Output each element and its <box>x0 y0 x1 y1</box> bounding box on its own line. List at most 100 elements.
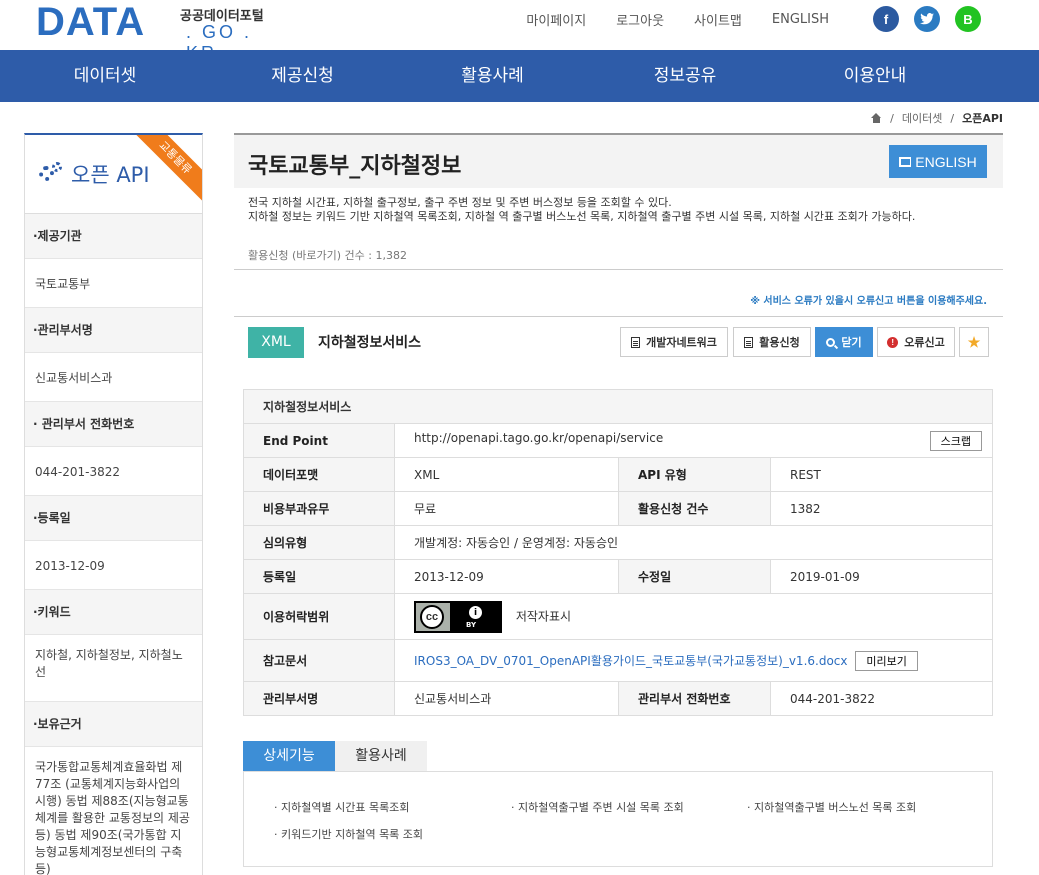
sidebar-title-text: 오픈 API <box>71 163 150 187</box>
sidebar-label-regdate: ·등록일 <box>25 496 202 541</box>
sidebar: 오픈 API 교통물류 ·제공기관 국토교통부 ·관리부서명 신교통서비스과 ·… <box>24 133 203 875</box>
format-label: 데이터포맷 <box>243 457 395 492</box>
detail-tabs: 상세기능 활용사례 <box>243 741 427 771</box>
nav-dataset[interactable]: 데이터셋 <box>0 50 210 102</box>
mypage-link[interactable]: 마이페이지 <box>526 10 586 29</box>
endpoint-cell: http://openapi.tago.go.kr/openapi/servic… <box>394 423 993 458</box>
apply-button[interactable]: 활용신청 <box>733 327 811 357</box>
nav-request[interactable]: 제공신청 <box>210 50 395 102</box>
function-item[interactable]: · 지하철역별 시간표 목록조회 <box>274 799 409 815</box>
search-icon <box>826 337 836 347</box>
english-button[interactable]: ENGLISH <box>889 145 987 178</box>
reg-date-value: 2013-12-09 <box>394 559 619 594</box>
close-button[interactable]: 닫기 <box>815 327 873 357</box>
function-item[interactable]: · 키워드기반 지하철역 목록 조회 <box>274 826 423 842</box>
dept-value: 신교통서비스과 <box>394 681 619 716</box>
sidebar-value-provider: 국토교통부 <box>25 259 202 308</box>
breadcrumb-separator: / <box>950 111 955 125</box>
dev-network-button-label: 개발자네트워크 <box>646 337 717 349</box>
tab-detail-functions[interactable]: 상세기능 <box>243 741 335 771</box>
api-info-table: 지하철정보서비스 End Point http://openapi.tago.g… <box>243 389 993 716</box>
table-header: 지하철정보서비스 <box>243 389 993 424</box>
english-button-label: ENGLISH <box>915 153 977 170</box>
service-name: 지하철정보서비스 <box>318 335 422 351</box>
sidebar-title: 오픈 API 교통물류 <box>25 135 202 214</box>
document-icon <box>744 336 754 348</box>
nav-info-share[interactable]: 정보공유 <box>590 50 780 102</box>
sidebar-label-provider: ·제공기관 <box>25 214 202 259</box>
sidebar-value-phone: 044-201-3822 <box>25 447 202 496</box>
endpoint-value: http://openapi.tago.go.kr/openapi/servic… <box>414 430 664 445</box>
logout-link[interactable]: 로그아웃 <box>616 10 664 29</box>
star-icon: ★ <box>967 333 981 350</box>
sidebar-label-keywords: ·키워드 <box>25 590 202 635</box>
dataset-title-box: 국토교통부_지하철정보 ENGLISH <box>234 133 1003 188</box>
page-title: 국토교통부_지하철정보 <box>248 154 462 179</box>
sidebar-label-legal-basis: ·보유근거 <box>25 702 202 747</box>
site-logo[interactable]: DATA 공공데이터포털 . GO . KR <box>36 0 286 63</box>
twitter-icon[interactable] <box>914 6 940 32</box>
dept-phone-value: 044-201-3822 <box>770 681 993 716</box>
favorite-button[interactable]: ★ <box>959 327 989 357</box>
blog-icon[interactable]: B <box>955 6 981 32</box>
breadcrumb-dataset[interactable]: 데이터셋 <box>902 110 942 126</box>
license-label: 이용허락범위 <box>243 593 395 640</box>
english-link[interactable]: ENGLISH <box>772 12 829 27</box>
sidebar-value-department: 신교통서비스과 <box>25 353 202 402</box>
gear-icon <box>39 162 63 186</box>
breadcrumb-current: 오픈API <box>962 112 1003 125</box>
license-value: 저작자표시 <box>515 609 572 623</box>
breadcrumb: / 데이터셋 / 오픈API <box>871 110 1003 126</box>
logo-wordmark: DATA <box>36 0 146 44</box>
nav-use-cases[interactable]: 활용사례 <box>395 50 590 102</box>
apply-button-label: 활용신청 <box>759 337 800 349</box>
alert-icon: ! <box>887 336 899 348</box>
sidebar-value-regdate: 2013-12-09 <box>25 541 202 590</box>
error-report-notice: ※ 서비스 오류가 있을시 오류신고 버튼을 이용해주세요. <box>750 296 987 307</box>
sidebar-value-keywords: 지하철, 지하철정보, 지하철노선 <box>25 635 202 702</box>
nav-guide[interactable]: 이용안내 <box>780 50 970 102</box>
reg-date-label: 등록일 <box>243 559 395 594</box>
document-icon <box>631 336 641 348</box>
endpoint-label: End Point <box>243 423 395 458</box>
by-text: BY <box>466 620 477 629</box>
error-report-button-label: 오류신고 <box>904 337 945 349</box>
facebook-icon[interactable]: f <box>873 6 899 32</box>
sidebar-label-department: ·관리부서명 <box>25 308 202 353</box>
mod-date-value: 2019-01-09 <box>770 559 993 594</box>
dept-phone-label: 관리부서 전화번호 <box>618 681 771 716</box>
description-line-1: 전국 지하철 시간표, 지하철 출구정보, 출구 주변 정보 및 주변 버스정보… <box>248 196 672 209</box>
tab-use-cases[interactable]: 활용사례 <box>335 741 427 771</box>
reference-doc-link[interactable]: IROS3_OA_DV_0701_OpenAPI활용가이드_국토교통부(국가교통… <box>414 654 848 668</box>
review-type-label: 심의유형 <box>243 525 395 560</box>
api-type-value: REST <box>770 457 993 492</box>
review-type-value: 개발계정: 자동승인 / 운영계정: 자동승인 <box>394 525 993 560</box>
api-type-label: API 유형 <box>618 457 771 492</box>
function-item[interactable]: · 지하철역출구별 주변 시설 목록 조회 <box>511 799 684 815</box>
divider <box>234 269 1003 270</box>
mod-date-label: 수정일 <box>618 559 771 594</box>
breadcrumb-separator: / <box>890 111 894 125</box>
function-item[interactable]: · 지하철역출구별 버스노선 목록 조회 <box>747 799 916 815</box>
cc-icon: cc <box>420 604 444 629</box>
scrap-button[interactable]: 스크랩 <box>929 430 982 451</box>
reference-doc-cell: IROS3_OA_DV_0701_OpenAPI활용가이드_국토교통부(국가교통… <box>394 639 993 682</box>
apply-stats[interactable]: 활용신청 (바로가기) 건수 : 1,382 <box>248 247 407 263</box>
cost-label: 비용부과유무 <box>243 491 395 526</box>
format-badge: XML <box>248 327 304 358</box>
apply-count-value: 1382 <box>770 491 993 526</box>
error-report-button[interactable]: ! 오류신고 <box>877 327 955 357</box>
cost-value: 무료 <box>394 491 619 526</box>
sitemap-link[interactable]: 사이트맵 <box>694 10 742 29</box>
service-bar: XML 지하철정보서비스 개발자네트워크 활용신청 닫기 ! 오류신고 ★ <box>234 317 1003 367</box>
top-navigation: 마이페이지 로그아웃 사이트맵 ENGLISH <box>496 10 829 29</box>
functions-panel: · 지하철역별 시간표 목록조회 · 지하철역출구별 주변 시설 목록 조회 ·… <box>243 771 993 867</box>
license-cell: cc i BY 저작자표시 <box>394 593 993 640</box>
attribution-icon: i <box>468 604 483 620</box>
preview-button[interactable]: 미리보기 <box>855 650 918 671</box>
home-icon[interactable] <box>871 113 882 123</box>
dev-network-button[interactable]: 개발자네트워크 <box>620 327 728 357</box>
book-icon <box>899 156 912 167</box>
dataset-description: 전국 지하철 시간표, 지하철 출구정보, 출구 주변 정보 및 주변 버스정보… <box>248 196 998 224</box>
format-value: XML <box>394 457 619 492</box>
